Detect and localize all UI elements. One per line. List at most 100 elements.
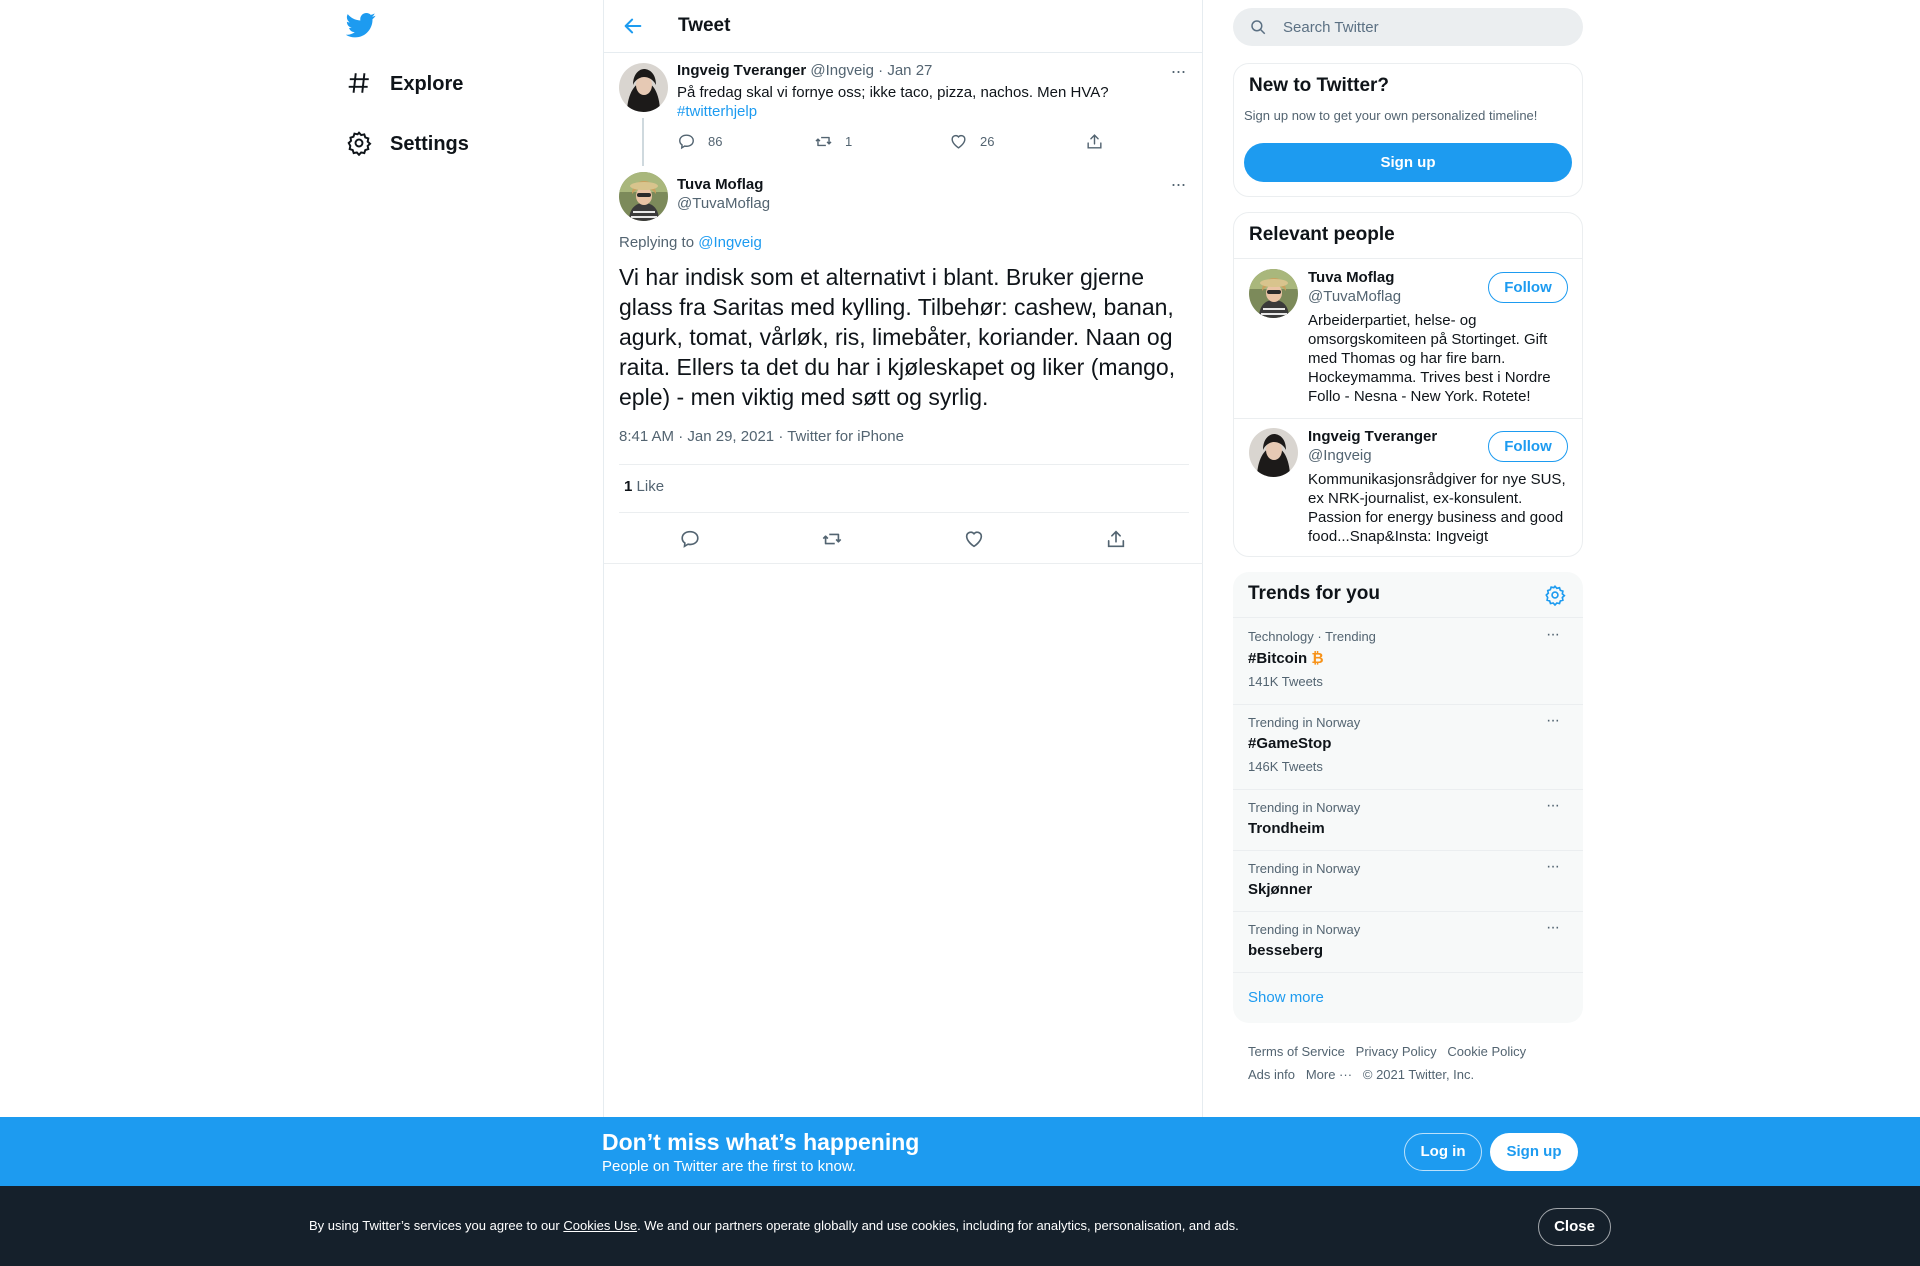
retweet-button[interactable]: 1: [814, 132, 852, 151]
search-input[interactable]: [1283, 18, 1543, 36]
likes-label: Like: [636, 478, 665, 495]
footer-link[interactable]: Privacy Policy: [1356, 1044, 1437, 1059]
trend-item[interactable]: Trending in Norway besseberg ···: [1233, 911, 1583, 972]
replying-to-handle[interactable]: @Ingveig: [698, 234, 762, 251]
person-bio: Kommunikasjonsrådgiver for nye SUS, ex N…: [1308, 471, 1566, 545]
reply-button[interactable]: 86: [677, 132, 722, 151]
footer: Terms of Service Privacy Policy Cookie P…: [1248, 1040, 1578, 1086]
footer-link[interactable]: Terms of Service: [1248, 1044, 1345, 1059]
trends-settings-icon[interactable]: [1544, 584, 1566, 606]
main-column: Tweet Ingveig Tveranger @Ingveig · Jan 2…: [603, 0, 1203, 1117]
footer-link[interactable]: Ads info: [1248, 1067, 1295, 1082]
trend-more-icon[interactable]: ···: [1546, 626, 1560, 644]
login-button[interactable]: Log in: [1404, 1133, 1482, 1171]
parent-author-handle[interactable]: @Ingveig: [810, 62, 874, 79]
copyright: © 2021 Twitter, Inc.: [1362, 1067, 1475, 1082]
person-handle: @Ingveig: [1308, 447, 1372, 464]
gear-icon: [346, 130, 374, 158]
tweet-meta: 8:41 AM · Jan 29, 2021 · Twitter for iPh…: [619, 428, 904, 445]
banner-subheading: People on Twitter are the first to know.: [602, 1158, 857, 1175]
main-author-handle[interactable]: @TuvaMoflag: [677, 194, 770, 213]
trend-count: 146K Tweets: [1248, 759, 1323, 774]
nav-explore[interactable]: Explore: [346, 70, 463, 98]
page-header: Tweet: [604, 0, 1203, 53]
show-more-row[interactable]: Show more: [1233, 972, 1583, 1023]
tweet-time[interactable]: 8:41 AM: [619, 428, 674, 445]
parent-hashtag-link[interactable]: #twitterhjelp: [677, 103, 757, 120]
parent-author-name[interactable]: Ingveig Tveranger: [677, 62, 806, 79]
trend-meta: Trending in Norway: [1248, 715, 1361, 730]
trend-name: #GameStop: [1248, 735, 1332, 752]
trend-more-icon[interactable]: ···: [1546, 712, 1560, 730]
trend-item[interactable]: Technology · Trending #Bitcoin ₿ 141K Tw…: [1233, 617, 1583, 704]
trend-more-icon[interactable]: ···: [1546, 919, 1560, 937]
parent-tweet-body: På fredag skal vi fornye oss; ikke taco,…: [677, 84, 1109, 101]
trend-item[interactable]: Trending in Norway Skjønner ···: [1233, 850, 1583, 911]
avatar-ingveig[interactable]: [1249, 428, 1298, 477]
main-retweet-button[interactable]: [821, 528, 843, 550]
person-handle: @TuvaMoflag: [1308, 288, 1402, 305]
page-title: Tweet: [678, 15, 731, 36]
trend-name: #Bitcoin ₿: [1248, 650, 1324, 667]
main-like-button[interactable]: [963, 528, 985, 550]
show-more-link[interactable]: Show more: [1248, 989, 1324, 1006]
trend-item[interactable]: Trending in Norway #GameStop 146K Tweets…: [1233, 704, 1583, 789]
replying-to-label: Replying to: [619, 234, 695, 251]
cookies-use-link[interactable]: Cookies Use: [563, 1218, 637, 1233]
main-tweet-text: Vi har indisk som et alternativt i blant…: [619, 264, 1176, 410]
trend-more-icon[interactable]: ···: [1546, 858, 1560, 876]
sidebar-signup-button[interactable]: Sign up: [1244, 143, 1572, 182]
cookie-text: By using Twitter’s services you agree to…: [309, 1218, 1239, 1233]
trend-item[interactable]: Trending in Norway Trondheim ···: [1233, 789, 1583, 850]
back-arrow-icon[interactable]: [622, 15, 644, 37]
main-author-name[interactable]: Tuva Moflag: [677, 175, 770, 194]
main-more-icon[interactable]: ···: [1168, 175, 1188, 199]
like-button[interactable]: 26: [949, 132, 994, 151]
likes-summary[interactable]: 1 Like: [624, 478, 664, 495]
relevant-people-title: Relevant people: [1249, 224, 1395, 245]
bitcoin-emoji: ₿: [1311, 650, 1324, 667]
person-card-ingveig[interactable]: Ingveig Tveranger @Ingveig Follow Kommun…: [1234, 419, 1582, 556]
trends-title: Trends for you: [1248, 583, 1380, 604]
trend-more-icon[interactable]: ···: [1546, 797, 1560, 815]
banner-heading: Don’t miss what’s happening: [602, 1129, 920, 1155]
cookie-close-button[interactable]: Close: [1538, 1208, 1611, 1246]
new-to-twitter-title: New to Twitter?: [1249, 75, 1390, 96]
signup-banner: Don’t miss what’s happening People on Tw…: [0, 1117, 1920, 1186]
trend-count: 141K Tweets: [1248, 674, 1323, 689]
avatar-tuva[interactable]: [1249, 269, 1298, 318]
avatar-ingveig[interactable]: [619, 63, 668, 112]
trend-meta: Technology · Trending: [1248, 629, 1376, 644]
person-card-tuva[interactable]: Tuva Moflag @TuvaMoflag Follow Arbeiderp…: [1234, 259, 1582, 419]
share-icon: [1087, 134, 1102, 149]
main-reply-button[interactable]: [679, 528, 701, 550]
follow-button-ingveig[interactable]: Follow: [1488, 431, 1568, 462]
reply-icon: [681, 530, 699, 548]
tweet-date[interactable]: Jan 29, 2021: [687, 428, 774, 445]
replying-to: Replying to @Ingveig: [619, 234, 762, 251]
nav-settings[interactable]: Settings: [346, 130, 469, 158]
tweet-source[interactable]: Twitter for iPhone: [787, 428, 904, 445]
share-icon: [1107, 530, 1125, 548]
main-share-button[interactable]: [1105, 528, 1127, 550]
avatar-tuva[interactable]: [619, 172, 668, 221]
trends-card: Trends for you Technology · Trending #Bi…: [1233, 572, 1583, 1023]
twitter-logo-icon[interactable]: [346, 10, 380, 44]
main-tweet-author: Tuva Moflag @TuvaMoflag: [677, 175, 770, 213]
search-bar[interactable]: [1233, 8, 1583, 46]
trend-meta: Trending in Norway: [1248, 922, 1361, 937]
share-button[interactable]: [1085, 132, 1104, 151]
parent-tweet-date[interactable]: Jan 27: [887, 62, 932, 79]
nav-explore-label: Explore: [390, 72, 464, 95]
new-to-twitter-card: New to Twitter? Sign up now to get your …: [1233, 63, 1583, 197]
reply-count: 86: [708, 134, 723, 149]
nav-settings-label: Settings: [390, 132, 469, 155]
trend-name: Trondheim: [1248, 820, 1325, 837]
likes-total: 1: [624, 478, 633, 495]
follow-button-tuva[interactable]: Follow: [1488, 272, 1568, 303]
banner-signup-button[interactable]: Sign up: [1490, 1133, 1578, 1171]
footer-link[interactable]: Cookie Policy: [1447, 1044, 1526, 1059]
heart-icon: [951, 134, 966, 149]
person-bio: Arbeiderpartiet, helse- og omsorgskomite…: [1308, 312, 1551, 405]
footer-link[interactable]: More ···: [1306, 1067, 1352, 1082]
